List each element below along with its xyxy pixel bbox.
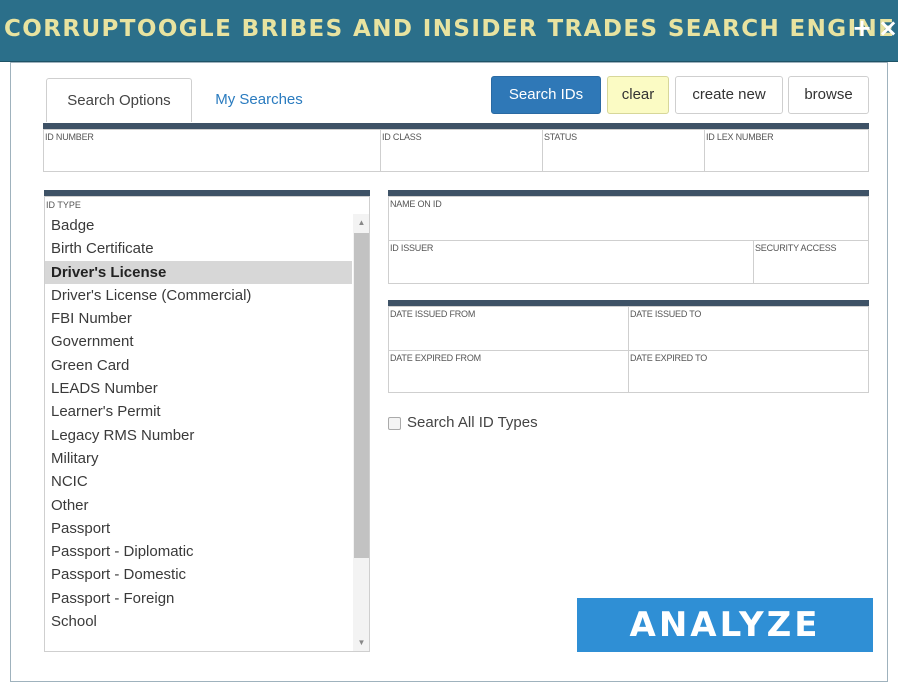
status-label: STATUS bbox=[544, 132, 577, 142]
id-issuer-cell: ID ISSUER bbox=[388, 240, 754, 284]
date-issued-to-label: DATE ISSUED TO bbox=[630, 309, 702, 319]
scroll-thumb[interactable] bbox=[354, 233, 369, 558]
id-issuer-label: ID ISSUER bbox=[390, 243, 434, 253]
id-type-scrollbar[interactable]: ▲ ▼ bbox=[353, 214, 369, 651]
date-expired-from-label: DATE EXPIRED FROM bbox=[390, 353, 481, 363]
date-expired-to-label: DATE EXPIRED TO bbox=[630, 353, 708, 363]
name-on-id-label: NAME ON ID bbox=[390, 199, 442, 209]
date-issued-to-cell: DATE ISSUED TO bbox=[628, 306, 869, 351]
id-type-item[interactable]: Other bbox=[45, 494, 352, 517]
scroll-down-arrow-icon[interactable]: ▼ bbox=[353, 634, 369, 651]
clear-button[interactable]: clear bbox=[607, 76, 669, 114]
status-cell: STATUS bbox=[542, 129, 705, 172]
id-type-item[interactable]: FBI Number bbox=[45, 307, 352, 330]
id-number-label: ID NUMBER bbox=[45, 132, 94, 142]
id-type-item[interactable]: NCIC bbox=[45, 470, 352, 493]
browse-button[interactable]: browse bbox=[788, 76, 869, 114]
id-type-item[interactable]: School bbox=[45, 610, 352, 633]
security-access-cell: SECURITY ACCESS bbox=[753, 240, 869, 284]
id-lex-number-cell: ID LEX NUMBER bbox=[704, 129, 869, 172]
date-issued-from-cell: DATE ISSUED FROM bbox=[388, 306, 629, 351]
id-type-item[interactable]: Badge bbox=[45, 214, 352, 237]
id-type-item[interactable]: Passport - Domestic bbox=[45, 563, 352, 586]
id-type-item[interactable]: Learner's Permit bbox=[45, 400, 352, 423]
name-on-id-field[interactable] bbox=[391, 219, 866, 237]
analyze-button[interactable]: ANALYZE bbox=[577, 598, 873, 652]
date-expired-to-cell: DATE EXPIRED TO bbox=[628, 350, 869, 393]
id-lex-number-field[interactable] bbox=[707, 150, 866, 168]
id-type-item[interactable]: Military bbox=[45, 447, 352, 470]
search-all-checkbox[interactable] bbox=[388, 417, 401, 430]
security-access-label: SECURITY ACCESS bbox=[755, 243, 837, 253]
date-expired-from-cell: DATE EXPIRED FROM bbox=[388, 350, 629, 393]
id-type-item[interactable]: Passport - Foreign bbox=[45, 587, 352, 610]
date-issued-to-field[interactable] bbox=[631, 329, 866, 347]
scroll-up-arrow-icon[interactable]: ▲ bbox=[353, 214, 369, 231]
search-all-label: Search All ID Types bbox=[407, 414, 538, 431]
id-type-item[interactable]: Legacy RMS Number bbox=[45, 424, 352, 447]
id-issuer-field[interactable] bbox=[391, 262, 751, 280]
plus-icon[interactable]: + bbox=[852, 14, 872, 42]
id-number-field[interactable] bbox=[46, 150, 378, 168]
tab-search-options[interactable]: Search Options bbox=[46, 78, 192, 122]
id-type-item[interactable]: Green Card bbox=[45, 354, 352, 377]
id-type-label: ID TYPE bbox=[46, 200, 81, 210]
status-field[interactable] bbox=[545, 150, 702, 168]
date-expired-from-field[interactable] bbox=[391, 371, 626, 389]
id-type-item[interactable]: Passport - Diplomatic bbox=[45, 540, 352, 563]
tab-my-searches[interactable]: My Searches bbox=[208, 78, 310, 122]
id-type-item[interactable]: Birth Certificate bbox=[45, 237, 352, 260]
id-class-cell: ID CLASS bbox=[380, 129, 543, 172]
id-type-item[interactable]: Driver's License (Commercial) bbox=[45, 284, 352, 307]
id-class-label: ID CLASS bbox=[382, 132, 422, 142]
id-type-item[interactable]: Passport bbox=[45, 517, 352, 540]
id-type-item[interactable]: Driver's License bbox=[45, 260, 352, 284]
id-class-field[interactable] bbox=[383, 150, 540, 168]
name-on-id-cell: NAME ON ID bbox=[388, 196, 869, 241]
id-type-list: Badge Birth Certificate Driver's License Dr… bbox=[45, 214, 352, 633]
id-number-cell: ID NUMBER bbox=[43, 129, 381, 172]
app-title: CORRUPTOOGLE BRIBES AND INSIDER TRADES S… bbox=[4, 16, 896, 42]
id-type-item[interactable]: LEADS Number bbox=[45, 377, 352, 400]
date-issued-from-label: DATE ISSUED FROM bbox=[390, 309, 476, 319]
title-bar: CORRUPTOOGLE BRIBES AND INSIDER TRADES S… bbox=[0, 0, 898, 62]
close-icon[interactable]: × bbox=[878, 14, 898, 42]
id-lex-number-label: ID LEX NUMBER bbox=[706, 132, 774, 142]
date-expired-to-field[interactable] bbox=[631, 371, 866, 389]
security-access-field[interactable] bbox=[756, 262, 866, 280]
id-type-item[interactable]: Government bbox=[45, 330, 352, 353]
id-type-listbox[interactable]: ID TYPE Badge Birth Certificate Driver's L… bbox=[44, 196, 370, 652]
date-issued-from-field[interactable] bbox=[391, 329, 626, 347]
create-new-button[interactable]: create new bbox=[675, 76, 783, 114]
search-ids-button[interactable]: Search IDs bbox=[491, 76, 601, 114]
